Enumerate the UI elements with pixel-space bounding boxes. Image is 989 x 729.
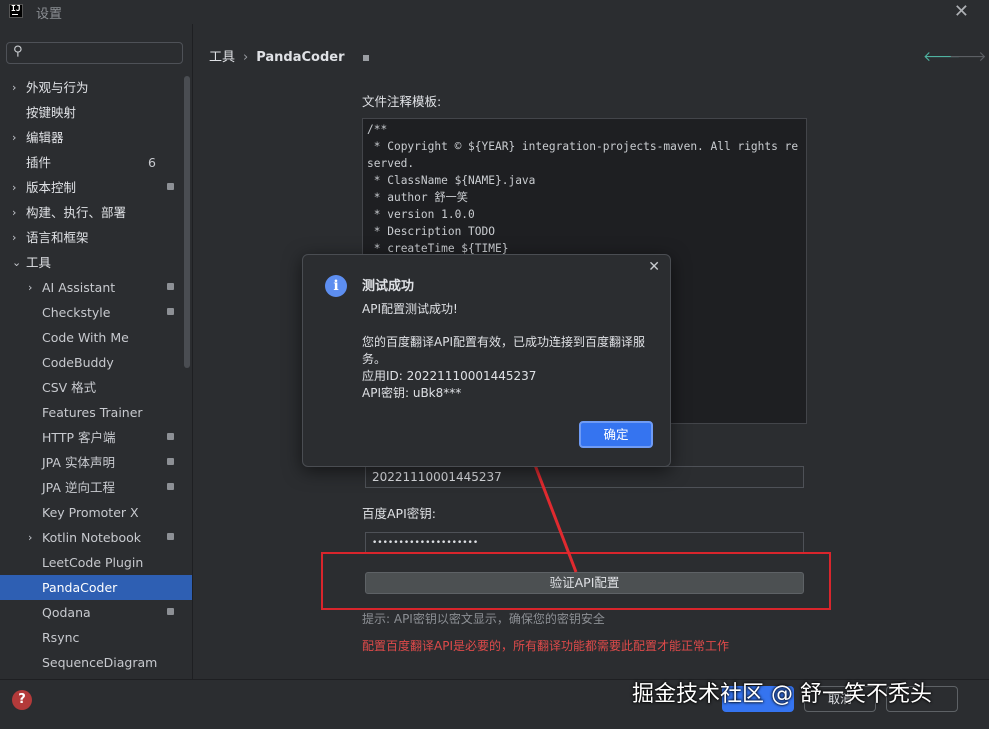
dialog-ok-button[interactable]: 确定 xyxy=(579,421,653,448)
dialog-close-icon[interactable]: ✕ xyxy=(648,259,660,275)
annotation-arrow-line xyxy=(528,451,578,573)
dialog-api-key: API密钥: uBk8*** xyxy=(362,386,462,400)
info-icon: i xyxy=(325,275,347,297)
dialog-app-id: 应用ID: 20221110001445237 xyxy=(362,369,537,383)
dialog-title: 测试成功 xyxy=(362,279,415,294)
test-success-dialog: ✕ i 测试成功 API配置测试成功! 您的百度翻译API配置有效，已成功连接到… xyxy=(302,254,671,467)
dialog-message-line: 务。 xyxy=(362,352,387,366)
dialog-message-line: API配置测试成功! xyxy=(362,302,458,316)
dialog-message-line: 您的百度翻译API配置有效，已成功连接到百度翻译服 xyxy=(362,335,645,349)
